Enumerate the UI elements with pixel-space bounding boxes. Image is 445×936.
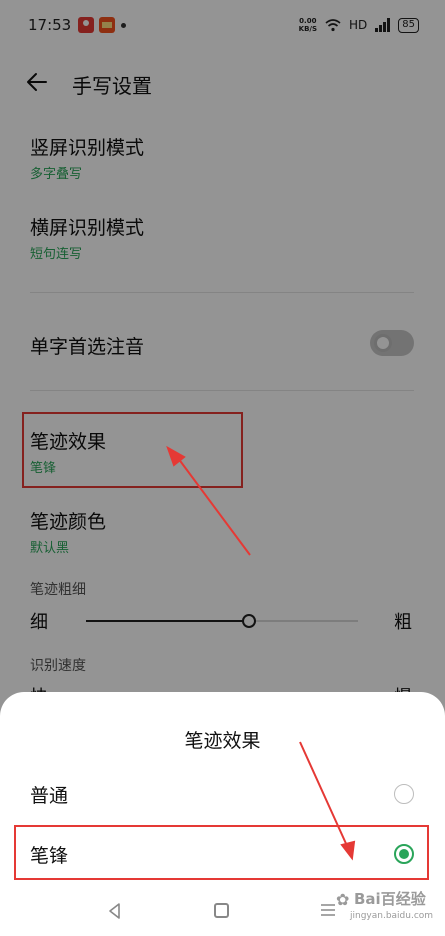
annotation-arrows xyxy=(166,445,356,861)
annotation-arrow-up xyxy=(166,445,251,556)
annotation-arrow-down xyxy=(299,741,356,861)
settings-screen: 17:53 0.00 KB/S HD 85 手写设置 竖屏识别模式 多字叠写 横… xyxy=(0,0,445,936)
